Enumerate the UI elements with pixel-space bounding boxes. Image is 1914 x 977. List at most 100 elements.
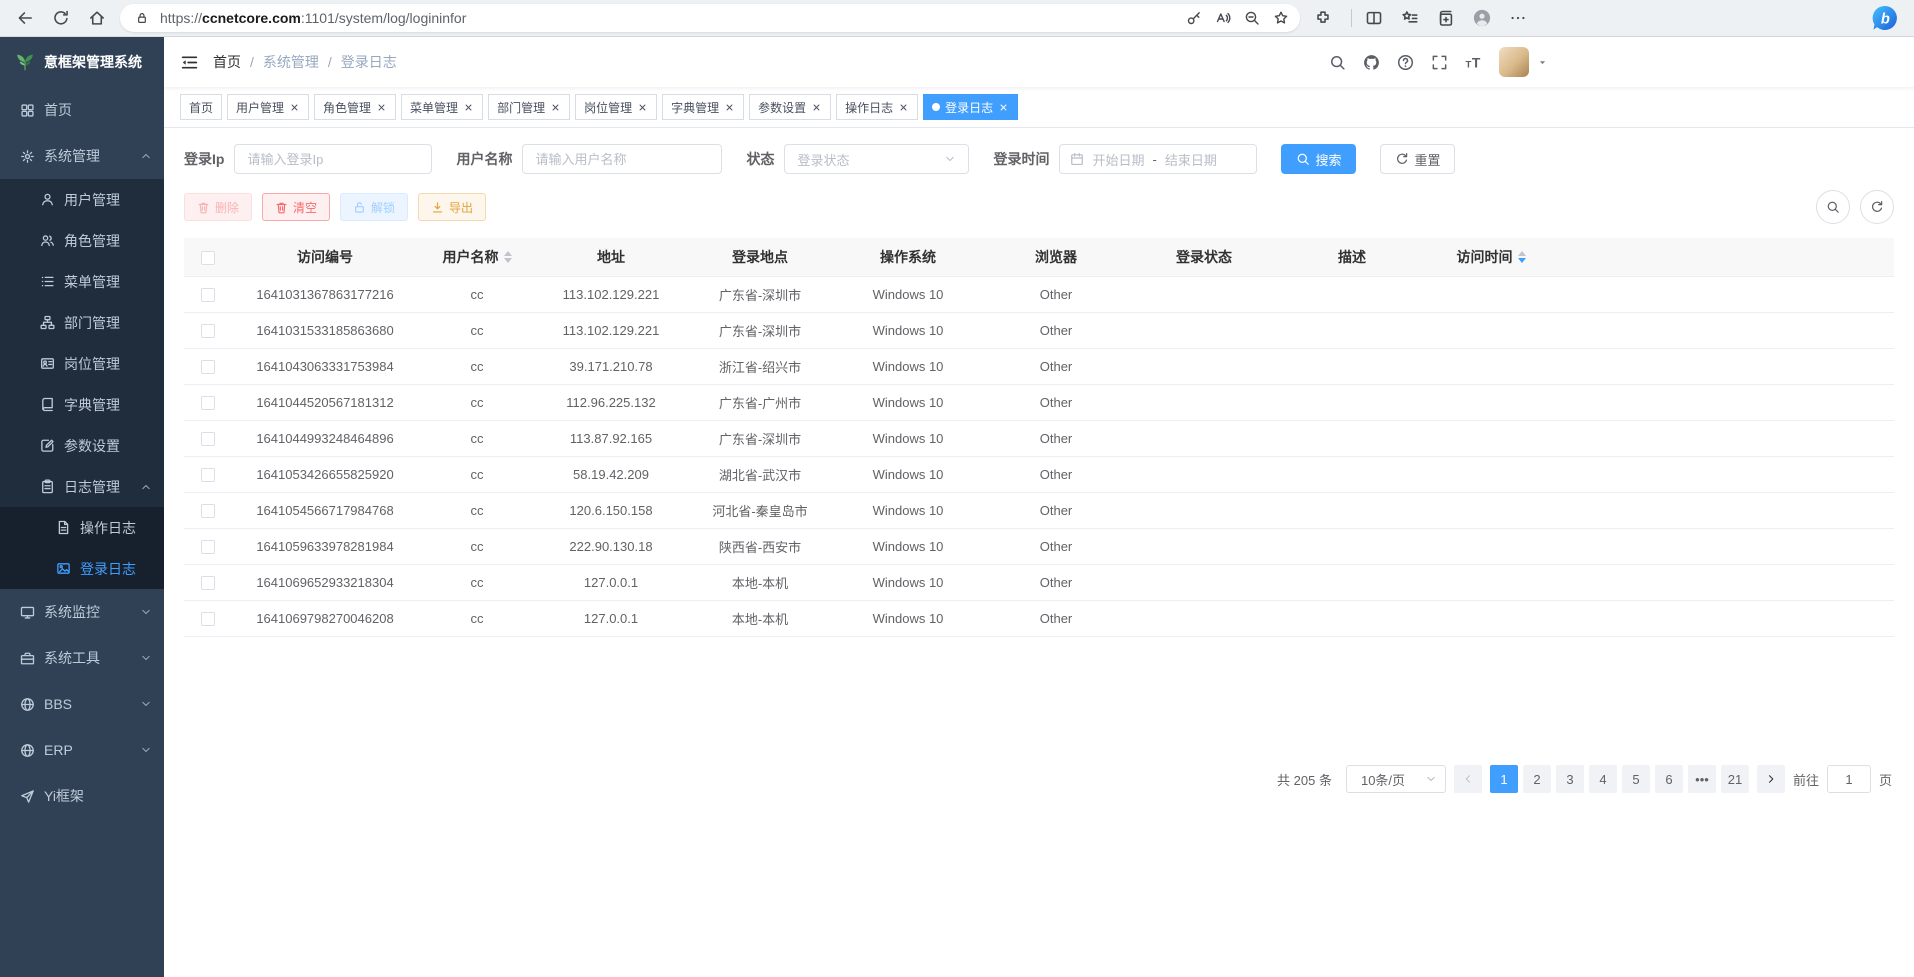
row-checkbox[interactable] (201, 432, 215, 446)
passwords-icon[interactable] (1181, 5, 1207, 31)
tab-close-icon[interactable] (898, 102, 909, 113)
user-name-input[interactable] (522, 144, 722, 174)
prev-page-button[interactable] (1454, 765, 1482, 793)
tab-close-icon[interactable] (376, 102, 387, 113)
sidebar-item[interactable]: 首页 (0, 87, 164, 133)
search-icon[interactable] (1329, 54, 1346, 71)
tab[interactable]: 首页 (180, 94, 222, 120)
extensions-icon[interactable] (1308, 3, 1338, 33)
page-number-button[interactable]: ••• (1688, 765, 1716, 793)
breadcrumb-home[interactable]: 首页 (213, 52, 241, 72)
github-icon[interactable] (1363, 54, 1380, 71)
column-header[interactable]: 操作系统 (834, 238, 982, 277)
breadcrumb-section[interactable]: 系统管理 (263, 52, 319, 72)
toggle-search-button[interactable] (1816, 190, 1850, 224)
read-aloud-icon[interactable] (1210, 5, 1236, 31)
sidebar-item[interactable]: 菜单管理 (0, 261, 164, 302)
browser-reload-button[interactable] (46, 3, 76, 33)
page-number-button[interactable]: 4 (1589, 765, 1617, 793)
sidebar-item[interactable]: 角色管理 (0, 220, 164, 261)
row-checkbox[interactable] (201, 468, 215, 482)
tab[interactable]: 角色管理 (314, 94, 396, 120)
sidebar-item[interactable]: 用户管理 (0, 179, 164, 220)
tab[interactable]: 菜单管理 (401, 94, 483, 120)
sidebar-item[interactable]: 岗位管理 (0, 343, 164, 384)
column-header[interactable]: 访问时间 (1426, 238, 1556, 277)
page-size-select[interactable]: 10条/页 (1346, 765, 1446, 793)
row-checkbox[interactable] (201, 360, 215, 374)
favorites-icon[interactable] (1395, 3, 1425, 33)
row-checkbox[interactable] (201, 288, 215, 302)
browser-profile-icon[interactable] (1467, 3, 1497, 33)
split-screen-icon[interactable] (1359, 3, 1389, 33)
page-number-button[interactable]: 21 (1721, 765, 1749, 793)
column-header[interactable]: 用户名称 (418, 238, 536, 277)
row-checkbox[interactable] (201, 576, 215, 590)
browser-back-button[interactable] (10, 3, 40, 33)
user-avatar[interactable] (1499, 47, 1529, 77)
row-checkbox[interactable] (201, 396, 215, 410)
tab-close-icon[interactable] (998, 102, 1009, 113)
add-favorite-icon[interactable] (1268, 5, 1294, 31)
tab-close-icon[interactable] (637, 102, 648, 113)
tab[interactable]: 登录日志 (923, 94, 1018, 120)
column-header[interactable]: 登录地点 (686, 238, 834, 277)
tab[interactable]: 岗位管理 (575, 94, 657, 120)
page-number-button[interactable]: 5 (1622, 765, 1650, 793)
text-size-icon[interactable]: TT (1465, 54, 1482, 71)
page-number-button[interactable]: 2 (1523, 765, 1551, 793)
unlock-button[interactable]: 解锁 (340, 193, 408, 221)
column-header[interactable]: 登录状态 (1130, 238, 1278, 277)
row-checkbox[interactable] (201, 324, 215, 338)
sidebar-item[interactable]: 字典管理 (0, 384, 164, 425)
column-header[interactable]: 地址 (536, 238, 686, 277)
page-number-button[interactable]: 6 (1655, 765, 1683, 793)
sidebar-item[interactable]: Yi框架 (0, 773, 164, 819)
clear-button[interactable]: 清空 (262, 193, 330, 221)
sidebar-item[interactable]: 操作日志 (0, 507, 164, 548)
next-page-button[interactable] (1757, 765, 1785, 793)
collections-icon[interactable] (1431, 3, 1461, 33)
search-button[interactable]: 搜索 (1281, 144, 1356, 174)
fullscreen-icon[interactable] (1431, 54, 1448, 71)
tab[interactable]: 字典管理 (662, 94, 744, 120)
zoom-icon[interactable] (1239, 5, 1265, 31)
login-ip-input[interactable] (234, 144, 432, 174)
sidebar-item[interactable]: BBS (0, 681, 164, 727)
browser-home-button[interactable] (82, 3, 112, 33)
address-bar[interactable]: https://ccnetcore.com:1101/system/log/lo… (120, 4, 1300, 32)
tab[interactable]: 部门管理 (488, 94, 570, 120)
tab-close-icon[interactable] (811, 102, 822, 113)
sort-carets-icon[interactable] (504, 251, 512, 263)
row-checkbox[interactable] (201, 540, 215, 554)
settings-more-icon[interactable] (1503, 3, 1533, 33)
export-button[interactable]: 导出 (418, 193, 486, 221)
sidebar-item[interactable]: 系统监控 (0, 589, 164, 635)
page-number-button[interactable]: 1 (1490, 765, 1518, 793)
sidebar-item[interactable]: 系统管理 (0, 133, 164, 179)
sidebar-toggle-button[interactable] (180, 53, 199, 72)
sidebar-item[interactable]: 系统工具 (0, 635, 164, 681)
sidebar-item[interactable]: 参数设置 (0, 425, 164, 466)
avatar-caret-down-icon[interactable] (1537, 57, 1548, 68)
select-all-checkbox[interactable] (201, 251, 215, 265)
status-select[interactable]: 登录状态 (784, 144, 969, 174)
tab[interactable]: 用户管理 (227, 94, 309, 120)
bing-chat-button[interactable]: b (1870, 3, 1900, 33)
tab-close-icon[interactable] (289, 102, 300, 113)
sort-carets-icon[interactable] (1518, 251, 1526, 263)
column-header[interactable]: 描述 (1278, 238, 1426, 277)
row-checkbox[interactable] (201, 504, 215, 518)
column-header[interactable]: 浏览器 (982, 238, 1130, 277)
tab-close-icon[interactable] (724, 102, 735, 113)
goto-page-input[interactable] (1827, 765, 1871, 793)
sidebar-item[interactable]: 登录日志 (0, 548, 164, 589)
help-icon[interactable] (1397, 54, 1414, 71)
tab-close-icon[interactable] (463, 102, 474, 113)
login-time-range[interactable]: 开始日期 - 结束日期 (1059, 144, 1257, 174)
tab-close-icon[interactable] (550, 102, 561, 113)
tab[interactable]: 参数设置 (749, 94, 831, 120)
page-number-button[interactable]: 3 (1556, 765, 1584, 793)
sidebar-item[interactable]: ERP (0, 727, 164, 773)
row-checkbox[interactable] (201, 612, 215, 626)
